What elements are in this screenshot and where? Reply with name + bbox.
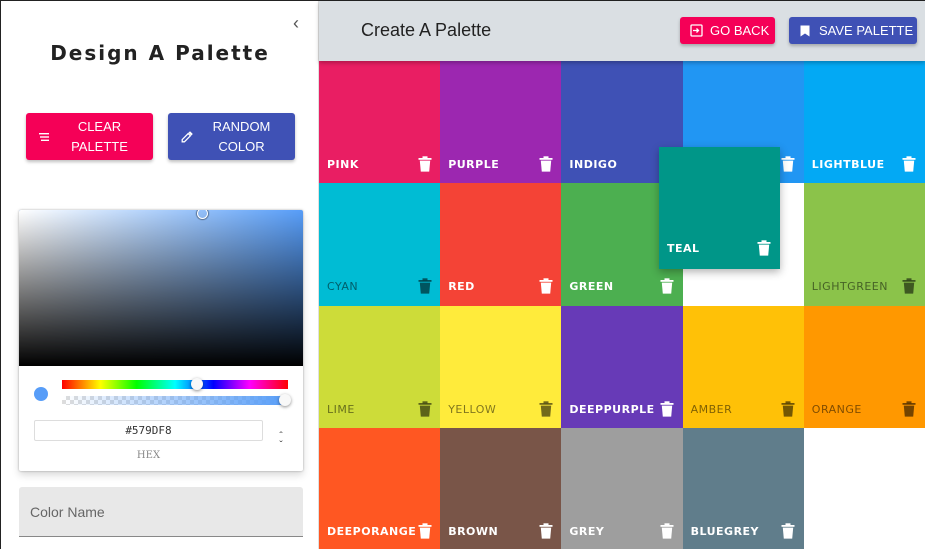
color-box-label: purple — [448, 157, 500, 171]
trash-icon[interactable] — [418, 400, 432, 417]
trash-icon[interactable] — [660, 278, 674, 294]
color-box-teal-dragging[interactable]: teal — [659, 147, 780, 269]
trash-icon[interactable] — [781, 156, 795, 172]
clear-all-icon — [36, 132, 54, 142]
go-back-button[interactable]: Go Back — [680, 17, 775, 44]
hue-slider-handle[interactable] — [191, 378, 203, 390]
trash-icon[interactable] — [539, 400, 553, 417]
clear-palette-label: Clear Palette — [71, 118, 128, 154]
eyedropper-icon — [178, 130, 196, 143]
color-box-label: lightgreen — [811, 280, 888, 294]
chevron-left-icon[interactable]: ‹ — [287, 13, 305, 33]
trash-icon[interactable] — [660, 400, 674, 417]
color-box-label: pink — [327, 157, 359, 171]
trash-icon[interactable] — [902, 278, 916, 294]
color-box-amber[interactable]: amber — [682, 305, 805, 429]
hex-format-label: HEX — [136, 450, 161, 461]
saturation-area[interactable] — [19, 210, 303, 366]
color-box-bluegrey[interactable]: bluegrey — [682, 428, 805, 549]
exit-to-app-icon — [688, 24, 704, 37]
color-box-cyan[interactable]: cyan — [319, 183, 441, 307]
color-box-label: deeporange — [327, 525, 417, 539]
trash-icon[interactable] — [902, 400, 916, 417]
color-box-label: amber — [690, 402, 733, 416]
color-box-lightgreen[interactable]: lightgreen — [803, 183, 925, 307]
hex-input[interactable] — [34, 420, 263, 441]
color-box-label: teal — [667, 242, 700, 255]
color-box-label: red — [448, 280, 475, 294]
trash-icon[interactable] — [757, 240, 771, 256]
color-box-yellow[interactable]: yellow — [440, 305, 562, 429]
bookmark-icon — [797, 25, 813, 37]
random-color-button[interactable]: Random Color — [168, 113, 295, 160]
trash-icon[interactable] — [418, 156, 432, 172]
empty-slot — [803, 428, 925, 549]
hue-slider[interactable] — [62, 380, 288, 389]
color-box-label: deeppurple — [569, 402, 655, 416]
color-name-field[interactable] — [19, 487, 303, 537]
color-box-purple[interactable]: purple — [440, 61, 562, 184]
color-box-label: grey — [569, 525, 605, 539]
clear-palette-button[interactable]: Clear Palette — [26, 113, 153, 160]
color-box-label: cyan — [327, 280, 359, 294]
alpha-slider-handle[interactable] — [279, 394, 291, 406]
color-picker[interactable]: HEX ˆˇ — [19, 210, 303, 471]
trash-icon[interactable] — [539, 278, 553, 294]
color-box-pink[interactable]: pink — [319, 61, 441, 184]
page-title: Create A Palette — [361, 20, 492, 40]
go-back-label: Go Back — [710, 23, 770, 38]
trash-icon[interactable] — [781, 400, 795, 417]
trash-icon[interactable] — [660, 523, 674, 539]
trash-icon[interactable] — [418, 278, 432, 294]
format-toggle-icon[interactable]: ˆˇ — [274, 432, 288, 452]
color-box-brown[interactable]: brown — [440, 428, 562, 549]
color-box-lime[interactable]: lime — [319, 305, 441, 429]
color-box-deeppurple[interactable]: deeppurple — [561, 305, 684, 429]
color-box-deeporange[interactable]: deeporange — [319, 428, 441, 549]
palette-grid: pinkpurpleindigobluelightbluecyanredgree… — [319, 61, 925, 549]
color-box-label: orange — [811, 402, 862, 416]
color-box-orange[interactable]: orange — [803, 305, 925, 429]
color-box-label: indigo — [569, 157, 618, 171]
color-box-red[interactable]: red — [440, 183, 562, 307]
trash-icon[interactable] — [902, 156, 916, 172]
color-name-input[interactable] — [19, 487, 303, 536]
color-box-grey[interactable]: grey — [561, 428, 684, 549]
save-palette-button[interactable]: Save Palette — [789, 17, 917, 44]
app-bar: Create A Palette Go Back Save Palette — [319, 1, 925, 61]
sidebar-title: Design A Palette — [50, 41, 270, 65]
color-box-lightblue[interactable]: lightblue — [803, 61, 925, 184]
alpha-slider[interactable] — [62, 396, 288, 405]
color-box-label: lightblue — [811, 157, 885, 171]
color-box-label: brown — [448, 525, 499, 539]
color-box-label: yellow — [448, 402, 497, 416]
sidebar: ‹ Design A Palette Clear Palette Random … — [1, 1, 319, 549]
trash-icon[interactable] — [418, 523, 432, 539]
save-palette-label: Save Palette — [819, 23, 914, 38]
color-box-label: bluegrey — [690, 525, 760, 539]
trash-icon[interactable] — [539, 156, 553, 172]
trash-icon[interactable] — [781, 523, 795, 539]
color-preview-swatch — [34, 387, 48, 401]
color-box-label: green — [569, 280, 614, 294]
random-color-label: Random Color — [212, 118, 271, 154]
color-box-label: lime — [327, 402, 355, 416]
trash-icon[interactable] — [539, 523, 553, 539]
